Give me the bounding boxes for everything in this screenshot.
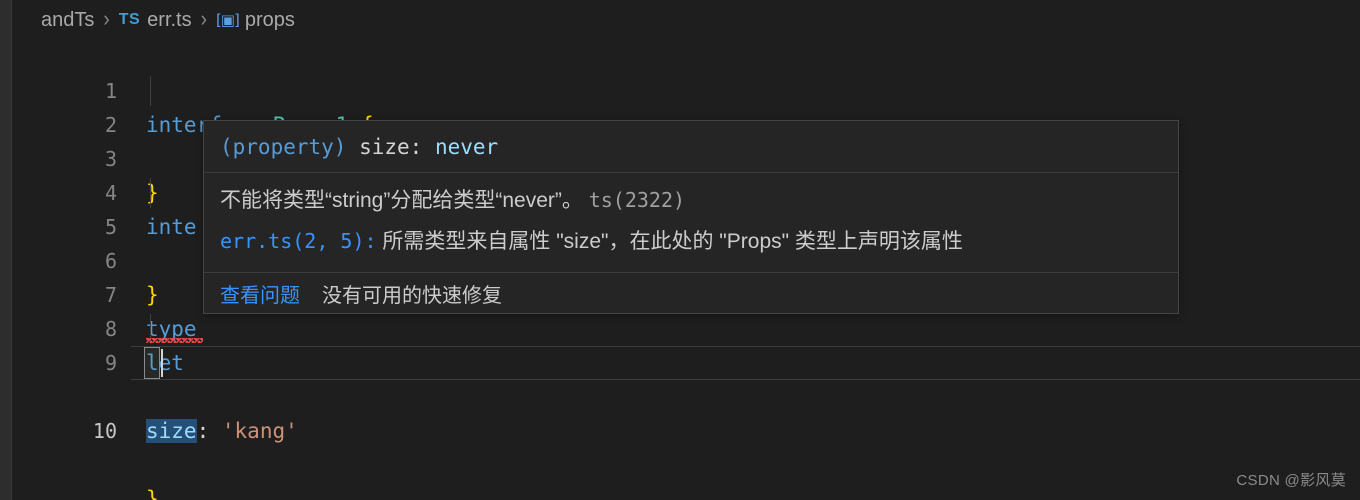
breadcrumb-item-folder[interactable]: andTs	[41, 9, 94, 32]
hover-related-message: 所需类型来自属性 "size"，在此处的 "Props" 类型上声明该属性	[382, 230, 963, 253]
hover-related-location-link[interactable]: err.ts(2, 5):	[220, 229, 377, 253]
hover-tooltip[interactable]: (property) size: never 不能将类型“string”分配给类…	[203, 120, 1179, 314]
no-quick-fix-label: 没有可用的快速修复	[322, 284, 502, 307]
chevron-right-icon-2: ›	[200, 7, 207, 32]
breadcrumb-symbol-label: props	[244, 8, 295, 31]
hover-actions: 查看问题 没有可用的快速修复	[204, 273, 1178, 313]
code-line-1[interactable]: 1 interface Props1 {	[13, 40, 1360, 137]
hover-signature-type: never	[434, 134, 499, 159]
line-number-10: 10	[92, 419, 117, 443]
view-problem-link[interactable]: 查看问题	[220, 279, 300, 308]
code-line-9[interactable]: 9 size: 'kang'	[13, 312, 1360, 443]
token-property-size-9: size	[146, 419, 197, 443]
token-colon-9: :	[196, 419, 210, 443]
watermark: CSDN @影风莫	[1236, 472, 1346, 489]
symbol-interface-icon: [▣]	[215, 11, 240, 29]
activity-bar-strip	[0, 0, 12, 500]
hover-signature-kind: (property)	[220, 134, 347, 159]
indent-guide-2	[150, 76, 151, 106]
editor-pane: andTs › TS err.ts › [▣] props 1 interfac…	[13, 0, 1360, 500]
current-line-highlight	[131, 346, 1360, 380]
hover-error-line: 不能将类型“string”分配给类型“never”。 ts(2322)	[220, 180, 1162, 221]
typescript-file-icon: TS	[118, 11, 141, 28]
indent-guide-5	[150, 178, 151, 208]
code-line-2[interactable]: 2 size: string;	[13, 74, 1360, 205]
hover-error-message: 不能将类型“string”分配给类型“never”。	[220, 189, 583, 212]
code-line-10[interactable]: 10 }	[13, 346, 1360, 500]
token-brace-close-10: }	[146, 487, 159, 500]
hover-signature: (property) size: never	[204, 121, 1178, 173]
line-content-9: size: 'kang'	[146, 414, 298, 448]
text-cursor	[161, 349, 163, 377]
token-string-kang: 'kang'	[221, 419, 298, 443]
breadcrumb-folder-label: andTs	[41, 8, 95, 31]
breadcrumb-file-label: err.ts	[147, 8, 192, 31]
hover-body: 不能将类型“string”分配给类型“never”。 ts(2322) err.…	[204, 173, 1178, 273]
error-squiggly-underline	[146, 338, 203, 343]
token-space-9	[209, 419, 222, 443]
bracket-match-highlight	[144, 347, 160, 379]
hover-error-code: ts(2322)	[588, 188, 686, 212]
breadcrumb-item-symbol[interactable]: [▣] props	[216, 9, 295, 32]
breadcrumb-item-file[interactable]: TS err.ts	[119, 9, 192, 32]
hover-related-line: err.ts(2, 5): 所需类型来自属性 "size"，在此处的 "Prop…	[220, 221, 1162, 262]
breadcrumb: andTs › TS err.ts › [▣] props	[13, 0, 1360, 40]
hover-signature-name: size:	[346, 134, 435, 159]
line-content-10: }	[146, 482, 159, 500]
chevron-right-icon: ›	[103, 7, 110, 32]
